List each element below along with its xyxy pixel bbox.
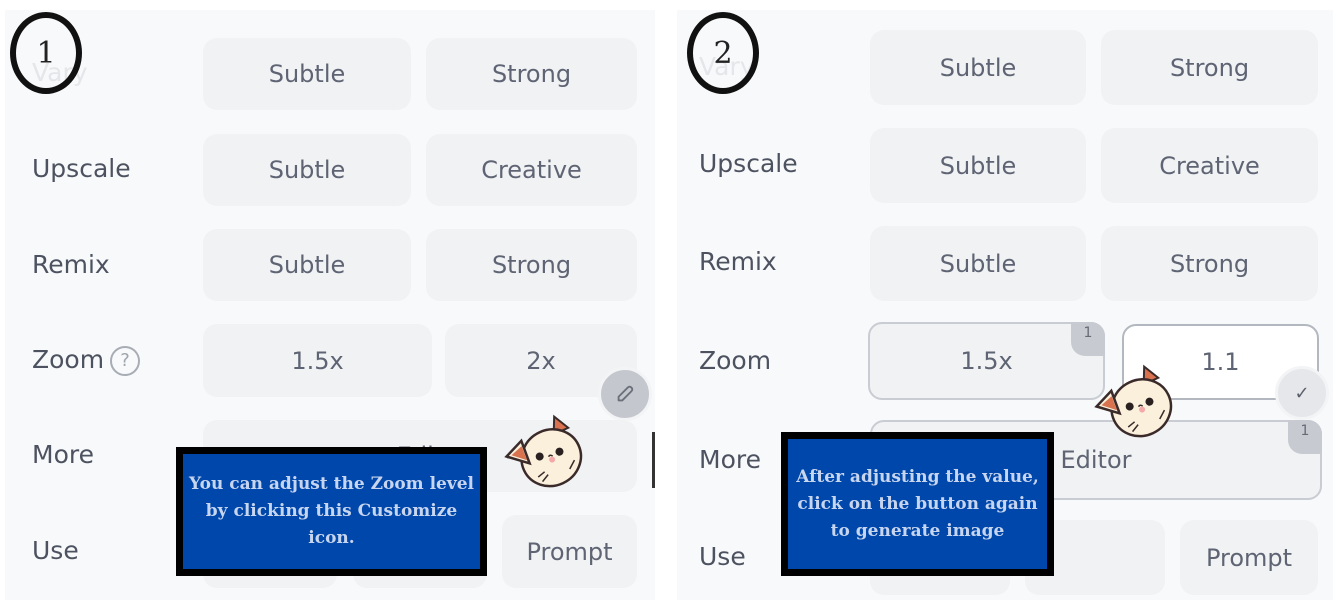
step-marker-2: 2 [687,12,759,94]
divider [652,432,655,488]
checkmark-icon: ✓ [1294,382,1310,404]
upscale-creative-button[interactable]: Creative [1101,128,1318,203]
upscale-label: Upscale [32,154,131,183]
remix-label: Remix [32,250,110,279]
vary-strong-button[interactable]: Strong [1101,30,1318,105]
upscale-subtle-button[interactable]: Subtle [870,128,1086,203]
upscale-creative-button[interactable]: Creative [426,134,637,206]
use-prompt-button[interactable]: Prompt [1180,520,1318,595]
more-label: More [699,445,761,474]
zoom-1-5x-button[interactable]: 1.5x 1 [868,322,1105,400]
customize-button[interactable] [598,367,652,421]
tooltip-callout: After adjusting the value, click on the … [781,432,1054,576]
help-icon[interactable]: ? [110,346,141,376]
upscale-label: Upscale [699,149,798,178]
tooltip-callout: You can adjust the Zoom level by clickin… [176,447,487,576]
zoom-label-group: Zoom? [32,345,141,376]
confirm-button[interactable]: ✓ [1275,366,1329,420]
step-marker-1: 1 [10,12,82,94]
usage-count-badge: 1 [1071,322,1105,356]
use-label: Use [32,536,79,565]
zoom-1-5x-button[interactable]: 1.5x [203,324,432,397]
cat-mascot-icon [504,414,583,488]
panel-step-2: Vary Subtle Strong Upscale Subtle Creati… [677,10,1333,600]
more-editor-label: Editor [1060,446,1132,474]
cat-mascot-icon [1094,364,1173,438]
upscale-subtle-button[interactable]: Subtle [203,134,411,206]
use-label: Use [699,542,746,571]
zoom-label: Zoom [32,345,105,374]
use-prompt-button[interactable]: Prompt [502,515,637,588]
remix-subtle-button[interactable]: Subtle [870,226,1086,301]
zoom-label: Zoom [699,346,772,375]
remix-label: Remix [699,247,777,276]
remix-strong-button[interactable]: Strong [1101,226,1318,301]
remix-subtle-button[interactable]: Subtle [203,229,411,301]
vary-strong-button[interactable]: Strong [426,38,637,110]
more-label: More [32,440,94,469]
usage-count-badge: 1 [1288,420,1322,454]
vary-subtle-button[interactable]: Subtle [870,30,1086,105]
remix-strong-button[interactable]: Strong [426,229,637,301]
panel-step-1: Vary Subtle Strong Upscale Subtle Creati… [5,10,655,600]
vary-subtle-button[interactable]: Subtle [203,38,411,110]
pencil-icon [617,385,634,402]
zoom-1-5x-label: 1.5x [960,347,1013,375]
